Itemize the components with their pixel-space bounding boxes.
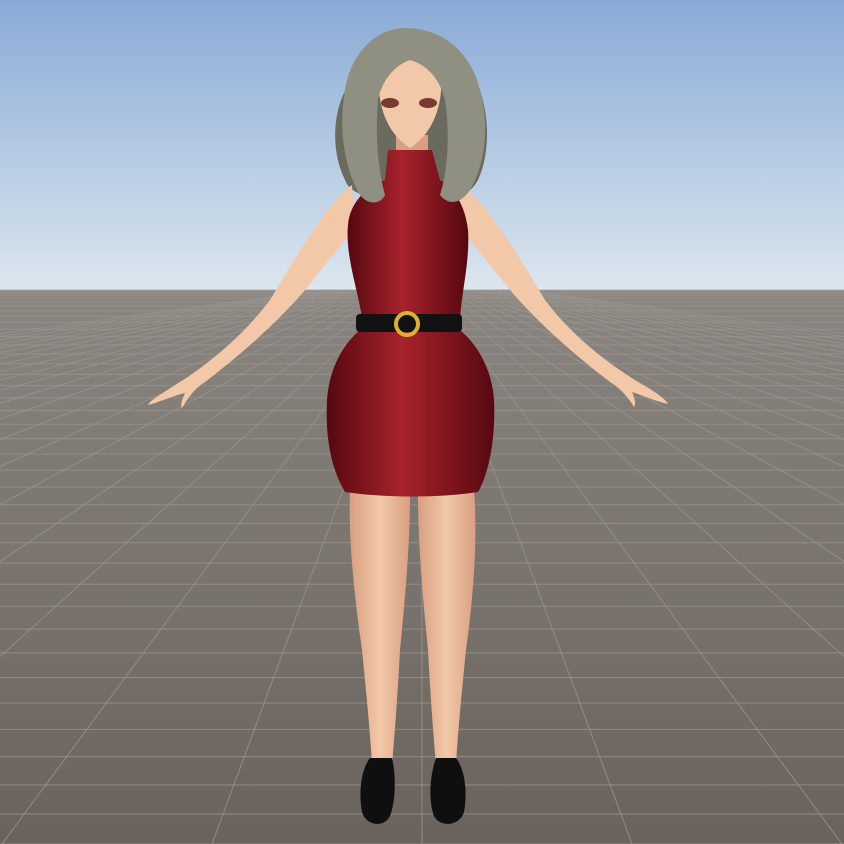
scene-canvas <box>0 0 844 844</box>
right-shoe <box>430 758 466 824</box>
belt <box>356 314 462 332</box>
dress-skirt <box>326 330 495 497</box>
left-eye <box>381 98 399 108</box>
left-shoe <box>360 758 395 824</box>
right-eye <box>419 98 437 108</box>
scene-viewport[interactable] <box>0 0 844 844</box>
